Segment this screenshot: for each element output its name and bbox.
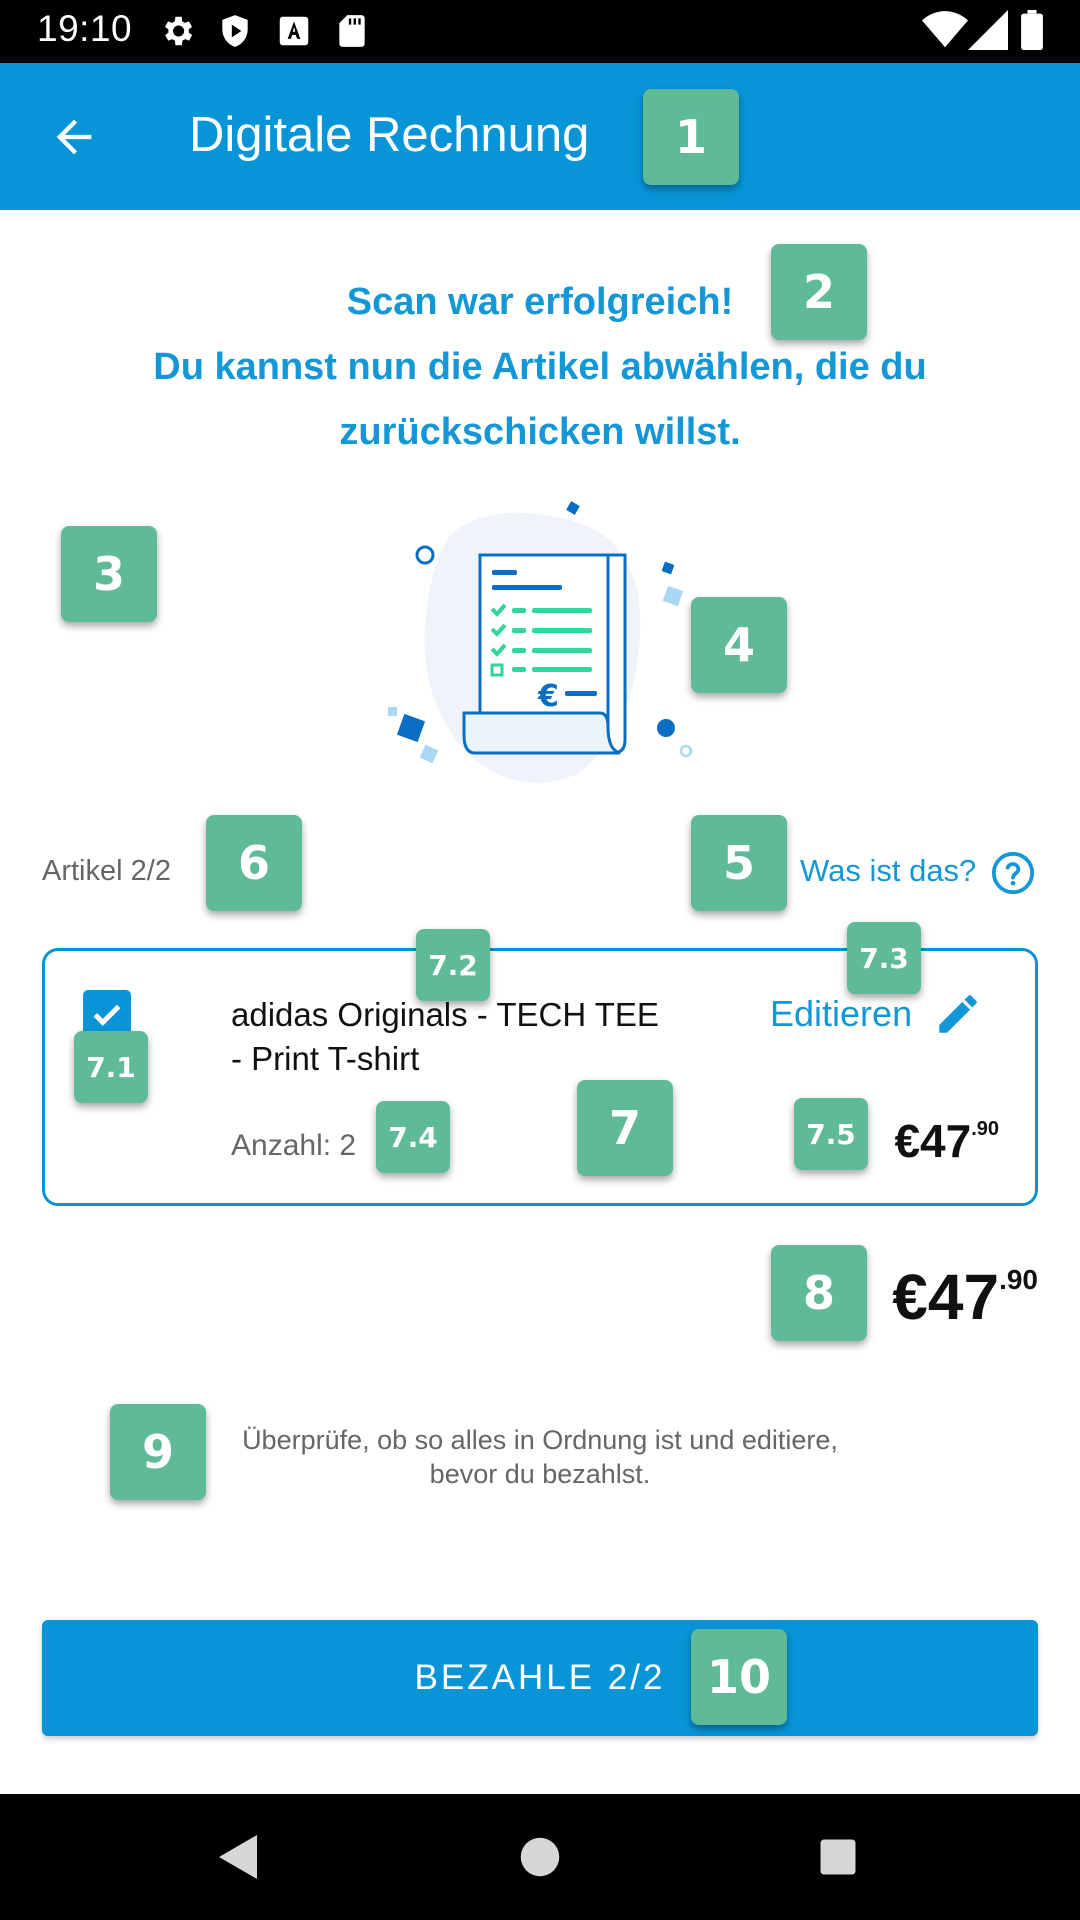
help-link[interactable]: Was ist das? xyxy=(800,853,976,889)
review-hint-line-1: Überprüfe, ob so alles in Ordnung ist un… xyxy=(242,1425,838,1455)
annotation-badge-7-3: 7.3 xyxy=(847,922,921,994)
success-text-line-1: Du kannst nun die Artikel abwählen, die … xyxy=(153,346,927,388)
annotation-badge-1: 1 xyxy=(643,89,739,185)
review-hint: Überprüfe, ob so alles in Ordnung ist un… xyxy=(200,1423,880,1491)
annotation-badge-7-5: 7.5 xyxy=(794,1098,868,1170)
item-quantity: Anzahl: 2 xyxy=(231,1129,357,1162)
annotation-badge-8: 8 xyxy=(771,1245,867,1341)
screen: 19:10 Digitale Rechnung 1 Scan war erfol… xyxy=(0,0,1080,1920)
receipt-checklist-icon: € xyxy=(388,501,693,783)
pencil-icon[interactable] xyxy=(933,989,983,1039)
question-circle-icon[interactable] xyxy=(990,850,1036,896)
success-title: Scan war erfolgreich! xyxy=(346,281,734,323)
annotation-badge-7-4: 7.4 xyxy=(376,1101,450,1173)
article-count-label: Artikel 2/2 xyxy=(42,855,171,887)
currency-symbol: € xyxy=(537,679,559,714)
nav-home-button[interactable] xyxy=(507,1824,573,1890)
annotation-badge-4: 4 xyxy=(691,597,787,693)
system-nav-bar xyxy=(0,1794,1080,1920)
status-bar: 19:10 xyxy=(0,0,1080,63)
edit-button[interactable]: Editieren xyxy=(770,993,912,1035)
annotation-badge-7-2: 7.2 xyxy=(416,929,490,1001)
shield-icon xyxy=(222,15,248,47)
item-price-cents: .90 xyxy=(971,1118,999,1140)
nav-back-button[interactable] xyxy=(204,1824,270,1890)
annotation-badge-6: 6 xyxy=(206,815,302,911)
total-price-cents: .90 xyxy=(999,1264,1038,1295)
annotation-badge-3: 3 xyxy=(61,526,157,622)
font-a-icon xyxy=(279,16,309,46)
item-name-line-2: - Print T-shirt xyxy=(231,1040,420,1077)
app-bar: Digitale Rechnung xyxy=(0,63,1080,210)
back-button[interactable] xyxy=(40,103,108,171)
annotation-badge-7: 7 xyxy=(577,1080,673,1176)
success-message: Scan war erfolgreich! Du kannst nun die … xyxy=(60,270,1020,465)
annotation-badge-5: 5 xyxy=(691,815,787,911)
annotation-badge-7-1: 7.1 xyxy=(74,1031,148,1103)
checkmark-icon xyxy=(93,1004,121,1026)
annotation-badge-9: 9 xyxy=(110,1404,206,1500)
pay-button[interactable]: BEZAHLE 2/2 xyxy=(42,1620,1038,1736)
item-price-main: €47 xyxy=(894,1115,972,1167)
back-triangle-icon xyxy=(219,1835,257,1879)
nav-recents-button[interactable] xyxy=(805,1824,871,1890)
page-title: Digitale Rechnung xyxy=(189,108,590,162)
gear-icon xyxy=(164,16,193,46)
arrow-left-icon xyxy=(56,119,92,155)
review-hint-line-2: bevor du bezahlst. xyxy=(429,1459,651,1489)
home-circle-icon xyxy=(520,1837,560,1877)
total-price: €47.90 xyxy=(892,1260,1038,1334)
recents-square-icon xyxy=(820,1839,856,1875)
annotation-badge-2: 2 xyxy=(771,244,867,340)
battery-icon xyxy=(1021,10,1043,50)
total-price-main: €47 xyxy=(892,1261,1000,1333)
signal-icon xyxy=(968,10,1008,50)
annotation-badge-10: 10 xyxy=(691,1629,787,1725)
item-name: adidas Originals - TECH TEE - Print T-sh… xyxy=(231,993,711,1081)
item-price: €47.90 xyxy=(894,1114,999,1168)
status-time: 19:10 xyxy=(37,8,133,49)
success-text-line-2: zurückschicken willst. xyxy=(339,411,741,453)
wifi-icon xyxy=(922,11,968,48)
sd-card-icon xyxy=(339,15,365,47)
